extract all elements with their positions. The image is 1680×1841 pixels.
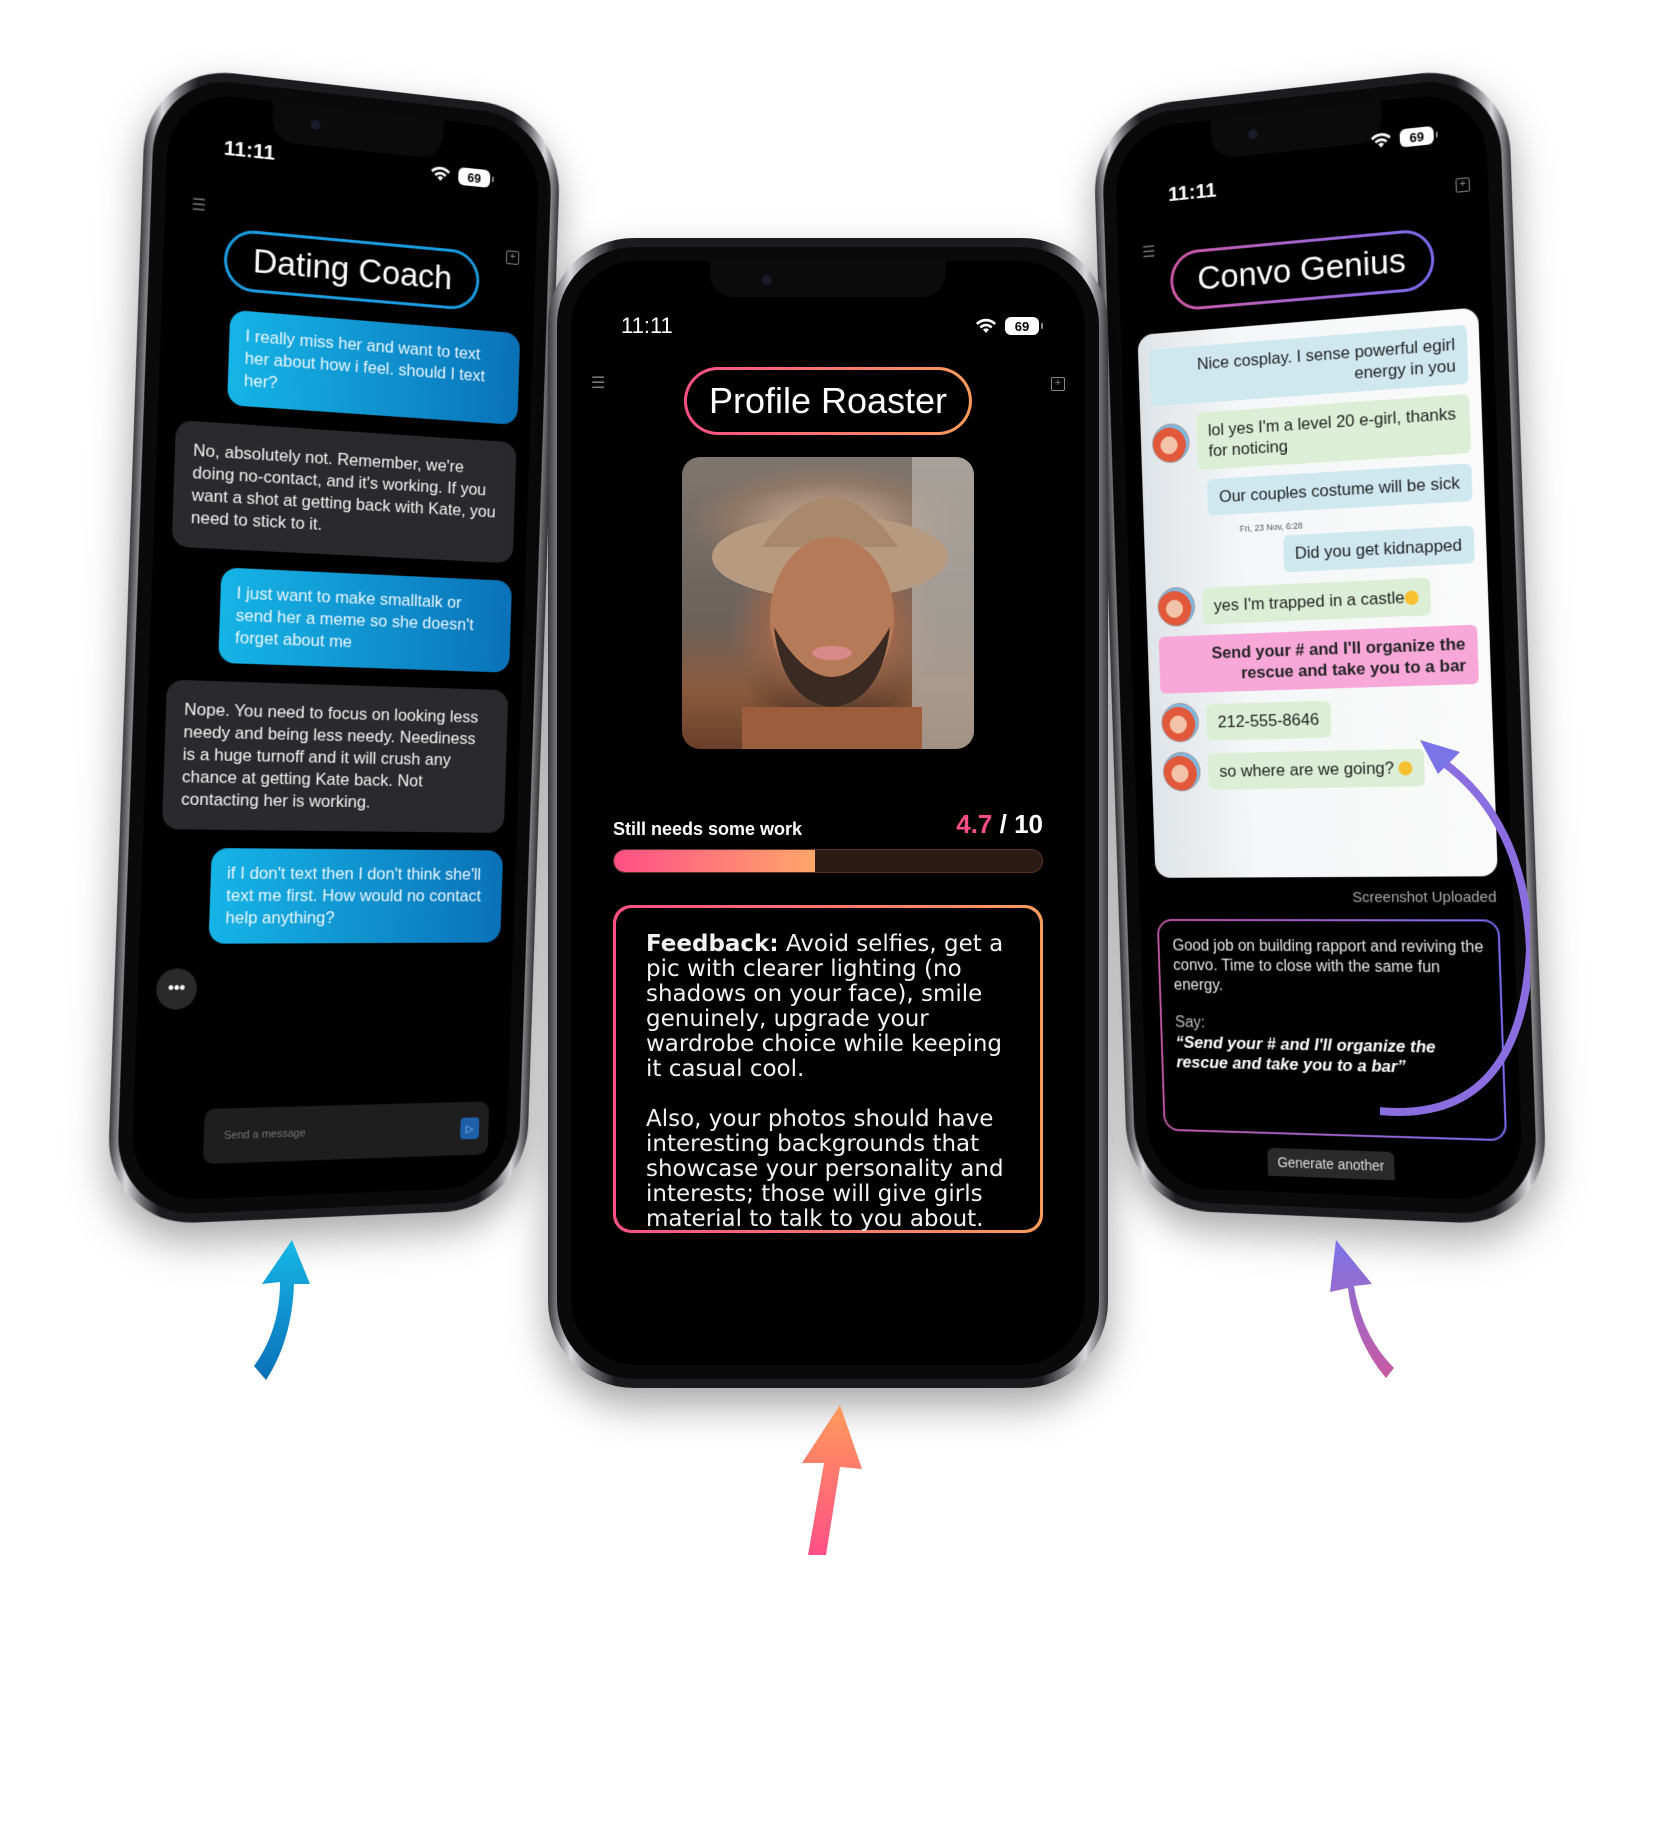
status-time: 11:11 [621, 313, 673, 338]
contact-avatar [1156, 586, 1196, 628]
highlighted-message: Send your # and I'll organize the rescue… [1158, 624, 1479, 694]
score-number: 4.7 [956, 809, 993, 839]
chat-messages: I really miss her and want to text her a… [155, 306, 521, 1010]
photo-illustration [712, 457, 974, 749]
score-progress-bar [613, 849, 1043, 873]
camera-icon [310, 119, 321, 131]
notch [271, 101, 444, 160]
screenshot-message: Nice cosplay. I sense powerful egirl ene… [1149, 324, 1469, 407]
hamburger-menu-icon[interactable]: ☰ [591, 373, 605, 393]
arrow-right-icon [1330, 1240, 1394, 1378]
feedback-paragraph-2: Also, your photos should have interestin… [646, 1106, 1004, 1232]
hamburger-menu-icon[interactable]: ☰ [191, 194, 206, 216]
phone-dating-coach: 11:11 69 ☰ + Dating Coach I really miss … [105, 63, 562, 1227]
camera-icon [761, 275, 772, 285]
screen-dating-coach: 11:11 69 ☰ + Dating Coach I really miss … [130, 89, 540, 1202]
screenshot-message: Our couples costume will be sick [1207, 463, 1473, 516]
screenshot-message-row: Send your # and I'll organize the rescue… [1158, 624, 1479, 694]
new-chat-icon[interactable]: + [1455, 177, 1471, 193]
score-label: Still needs some work [613, 819, 803, 839]
notch [1210, 101, 1383, 160]
feedback-heading: Feedback: [646, 931, 779, 957]
coach-message: No, absolutely not. Remember, we're doin… [171, 419, 517, 564]
contact-avatar [1160, 702, 1200, 743]
app-title: Dating Coach [222, 227, 481, 312]
contact-avatar [1151, 422, 1191, 465]
hamburger-menu-icon[interactable]: ☰ [1142, 242, 1156, 263]
arrow-center-icon [802, 1405, 862, 1555]
user-message: I really miss her and want to text her a… [227, 309, 521, 426]
screenshot-message: yes I'm trapped in a castle [1201, 577, 1432, 624]
score-row: Still needs some work 4.7 / 10 [613, 809, 1043, 840]
contact-avatar [1162, 751, 1202, 792]
screenshot-message-row: Did you get kidnapped [1155, 525, 1475, 579]
status-icons: 69 [975, 317, 1043, 335]
score-max: / 10 [992, 809, 1043, 839]
message-input[interactable] [223, 1123, 430, 1142]
screenshot-message: Did you get kidnapped [1282, 525, 1475, 573]
profile-photo [682, 457, 974, 749]
screenshot-message-row: Our couples costume will be sick [1153, 463, 1473, 518]
battery-icon: 69 [1005, 317, 1043, 335]
wifi-icon [975, 318, 997, 334]
arrow-left-icon [254, 1240, 310, 1380]
screen-profile-roaster: 11:11 69 ☰ + Profile Roaster Still needs… [571, 261, 1085, 1365]
message-text: yes I'm trapped in a castle [1213, 587, 1405, 615]
screenshot-message-row: lol yes I'm a level 20 e-girl, thanks fo… [1151, 393, 1471, 473]
phone-bezel: 11:11 69 ☰ + Profile Roaster Still needs… [557, 247, 1099, 1379]
app-title: Profile Roaster [683, 367, 973, 435]
wifi-icon [430, 165, 451, 183]
send-button[interactable]: ▷ [460, 1117, 480, 1140]
score-progress-fill [614, 850, 816, 872]
coach-message: Nope. You need to focus on looking less … [161, 679, 509, 833]
emoji-icon [1404, 590, 1419, 606]
message-composer: ▷ [202, 1101, 490, 1165]
screenshot-message-row: yes I'm trapped in a castle [1156, 574, 1477, 628]
wifi-icon [1370, 131, 1392, 149]
battery-icon: 69 [1399, 125, 1435, 148]
score-value: 4.7 / 10 [956, 809, 1043, 840]
screenshot-message-row: Nice cosplay. I sense powerful egirl ene… [1149, 324, 1469, 407]
feedback-card: Feedback: Avoid selfies, get a pic with … [613, 905, 1043, 1233]
battery-icon: 69 [458, 167, 491, 188]
notch [709, 261, 947, 297]
screenshot-message: 212-555-8646 [1205, 700, 1332, 741]
message-text: so where are we going? [1219, 757, 1395, 781]
user-message: if I don't text then I don't think she'l… [208, 848, 504, 944]
status-icons: 69 [430, 164, 491, 188]
typing-indicator: ••• [155, 968, 198, 1010]
status-icons: 69 [1370, 125, 1435, 151]
status-time: 11:11 [223, 136, 276, 165]
app-title: Convo Genius [1169, 227, 1436, 312]
screenshot-message: lol yes I'm a level 20 e-girl, thanks fo… [1196, 393, 1471, 471]
feedback-paragraph-1: Feedback: Avoid selfies, get a pic with … [646, 932, 1010, 1082]
user-message: I just want to make smalltalk or send he… [218, 567, 513, 673]
send-icon: ▷ [465, 1122, 474, 1135]
phone-profile-roaster: 11:11 69 ☰ + Profile Roaster Still needs… [548, 238, 1108, 1388]
arrow-curved-icon [1380, 740, 1530, 1116]
phone-bezel: 11:11 69 ☰ + Dating Coach I really miss … [115, 73, 554, 1217]
new-chat-icon[interactable]: + [505, 250, 520, 266]
new-chat-icon[interactable]: + [1051, 377, 1065, 391]
camera-icon [1247, 128, 1258, 140]
generate-another-button[interactable]: Generate another [1267, 1147, 1395, 1181]
status-time: 11:11 [1167, 178, 1217, 207]
